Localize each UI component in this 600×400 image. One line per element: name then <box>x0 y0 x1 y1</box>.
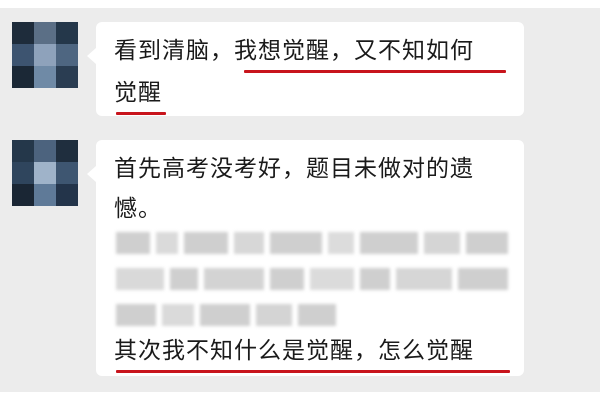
blurred-text <box>116 232 508 254</box>
avatar[interactable] <box>12 22 78 88</box>
highlight-underline <box>116 370 510 373</box>
avatar[interactable] <box>12 140 78 206</box>
blurred-text <box>116 304 336 326</box>
chat-area: 看到清脑，我想觉醒，又不知如何 觉醒 首先高考没考好，题目未做对的遗 憾。 其次… <box>0 8 600 392</box>
message-text-line: 首先高考没考好，题目未做对的遗 <box>114 156 474 182</box>
highlight-underline <box>244 70 506 73</box>
highlight-underline <box>116 112 166 115</box>
message-text-line: 其次我不知什么是觉醒，怎么觉醒 <box>114 338 474 364</box>
blurred-text <box>116 268 508 290</box>
message-bubble[interactable]: 看到清脑，我想觉醒，又不知如何 觉醒 <box>87 22 524 116</box>
message-text-line: 觉醒 <box>114 80 162 106</box>
message-bubble[interactable]: 首先高考没考好，题目未做对的遗 憾。 其次我不知什么是觉醒，怎么觉醒 <box>87 140 524 376</box>
message-text-line: 憾。 <box>114 196 162 222</box>
message-text-line: 看到清脑，我想觉醒，又不知如何 <box>114 38 474 64</box>
